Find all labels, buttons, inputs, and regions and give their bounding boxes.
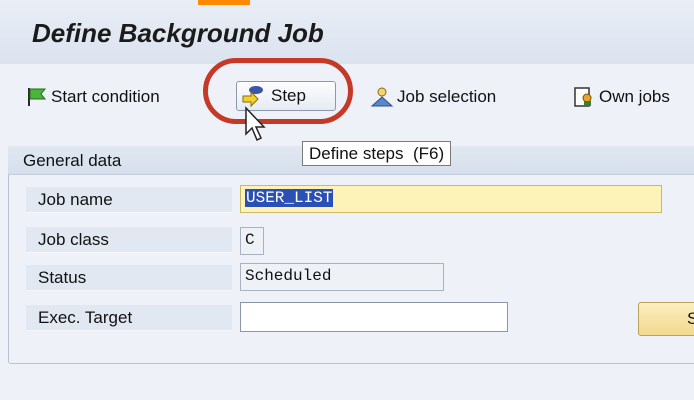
exec-target-label: Exec. Target xyxy=(26,305,232,331)
general-data-title: General data xyxy=(23,151,122,170)
side-button[interactable]: S xyxy=(638,302,694,336)
status-field: Scheduled xyxy=(240,263,444,291)
tooltip: Define steps (F6) xyxy=(302,141,452,166)
start-condition-label: Start condition xyxy=(51,87,160,106)
person-icon xyxy=(370,87,394,107)
exec-target-field[interactable] xyxy=(240,302,508,332)
start-condition-button[interactable]: Start condition xyxy=(26,84,160,110)
job-name-label: Job name xyxy=(26,187,232,213)
job-selection-button[interactable]: Job selection xyxy=(370,84,496,110)
job-name-value: USER_LIST xyxy=(245,189,334,207)
own-jobs-label: Own jobs xyxy=(599,87,670,106)
job-selection-label: Job selection xyxy=(397,87,497,106)
job-name-field[interactable]: USER_LIST xyxy=(240,185,662,213)
job-class-field[interactable]: C xyxy=(240,227,264,255)
own-jobs-button[interactable]: Own jobs xyxy=(572,84,670,110)
status-label: Status xyxy=(26,265,232,291)
highlight-ring xyxy=(203,58,353,124)
own-jobs-icon xyxy=(574,87,592,107)
page-title: Define Background Job xyxy=(32,18,324,48)
title-accent xyxy=(198,0,250,5)
flag-icon xyxy=(28,88,47,106)
mouse-cursor-icon xyxy=(245,106,266,142)
job-class-label: Job class xyxy=(26,227,232,253)
